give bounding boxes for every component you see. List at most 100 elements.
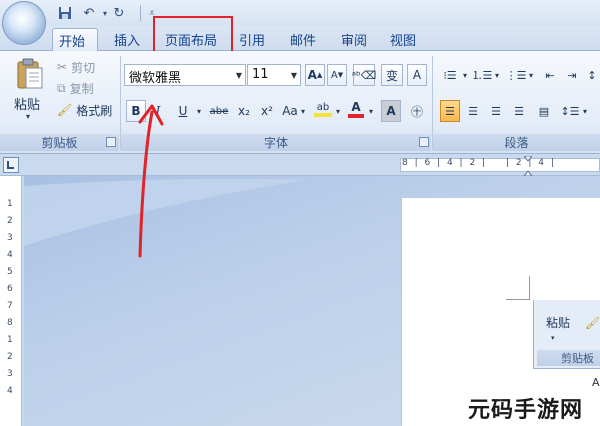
- subscript-button[interactable]: x₂: [234, 100, 254, 122]
- paste-dropdown-icon[interactable]: ▾: [26, 112, 30, 121]
- enclose-characters-icon: ㊉: [410, 104, 423, 119]
- cut-button[interactable]: ✂ 剪切: [57, 58, 95, 76]
- font-color-dropdown-icon[interactable]: ▾: [367, 100, 375, 122]
- bullets-icon[interactable]: ⁝☰: [440, 64, 460, 86]
- ruler-number: 1: [7, 335, 13, 345]
- font-size-combo[interactable]: 11 ▼: [247, 64, 301, 86]
- multilevel-dropdown-icon[interactable]: ▾: [526, 64, 536, 86]
- paragraph-group-label: 段落: [433, 134, 600, 151]
- grow-font-button[interactable]: A ▲: [305, 64, 325, 86]
- indent-marker-icon[interactable]: [524, 156, 532, 176]
- highlight-dropdown-icon[interactable]: ▾: [334, 100, 342, 122]
- highlight-color-bar: [314, 112, 332, 117]
- justify-icon[interactable]: ☰: [509, 100, 529, 122]
- horizontal-ruler-ticks: 8 | 6 | 4 | 2 | | 2 | 4 |: [402, 158, 556, 168]
- redo-icon[interactable]: ↻: [110, 4, 128, 22]
- font-color-label: A: [351, 100, 361, 114]
- sort-icon[interactable]: ↕: [584, 64, 600, 86]
- font-color-button[interactable]: A: [346, 98, 366, 120]
- highlight-button[interactable]: ab: [312, 98, 334, 120]
- copy-button[interactable]: ⧉ 复制: [57, 79, 94, 97]
- superscript-button[interactable]: x²: [257, 100, 277, 122]
- copy-icon: ⧉: [57, 80, 66, 95]
- numbering-icon[interactable]: ⒈☰: [472, 64, 493, 86]
- paste-icon[interactable]: [16, 58, 44, 90]
- ruler-number: 4: [7, 386, 13, 396]
- annotation-arrow: [138, 104, 164, 258]
- phonetic-guide-label: 变: [385, 68, 398, 83]
- font-name-value: 微软雅黑: [129, 71, 182, 86]
- bullets-dropdown-icon[interactable]: ▾: [460, 64, 470, 86]
- shrink-font-button[interactable]: A ▼: [327, 64, 347, 86]
- increase-indent-icon[interactable]: ⇥: [562, 64, 582, 86]
- clipboard-group-label: 剪贴板: [0, 134, 119, 151]
- watermark-text: 元码手游网: [468, 398, 584, 423]
- character-shading-button[interactable]: A: [381, 100, 401, 122]
- change-case-button[interactable]: Aa: [280, 100, 300, 122]
- scissors-icon: ✂: [57, 60, 68, 74]
- change-case-dropdown-icon[interactable]: ▾: [299, 100, 307, 122]
- chevron-down-icon: ▼: [235, 71, 242, 80]
- ruler-number: 6: [7, 284, 13, 294]
- embedded-paintbrush-icon: 🖌: [585, 316, 600, 330]
- line-spacing-dropdown-icon[interactable]: ▾: [580, 100, 590, 122]
- multilevel-list-icon[interactable]: ⋮☰: [506, 64, 527, 86]
- underline-button[interactable]: U: [174, 100, 192, 122]
- ruler-number: 2: [7, 352, 13, 362]
- format-painter-button[interactable]: 🖌 格式刷: [57, 101, 112, 119]
- paste-button-label[interactable]: 粘贴: [14, 94, 40, 113]
- eraser-icon: ᵃᵇ⌫: [351, 68, 377, 82]
- embedded-paste-label: 粘贴: [546, 316, 571, 330]
- office-button[interactable]: [2, 1, 46, 45]
- character-border-label: A: [412, 68, 422, 82]
- chevron-down-icon: ▼: [290, 71, 297, 80]
- shrink-font-label: A: [330, 69, 338, 81]
- embedded-clipboard-label: 剪贴板: [537, 350, 600, 366]
- phonetic-guide-button[interactable]: 变: [381, 64, 403, 86]
- ruler-number: 4: [7, 250, 13, 260]
- tab-home[interactable]: 开始: [52, 28, 98, 51]
- clipboard-launcher-icon[interactable]: [106, 137, 116, 147]
- shading-icon: A: [386, 104, 396, 118]
- tab-view[interactable]: 视图: [384, 28, 422, 51]
- save-icon[interactable]: [56, 4, 74, 22]
- font-color-bar: [348, 114, 364, 118]
- ruler-number: 3: [7, 369, 13, 379]
- tab-selector-icon[interactable]: [3, 157, 19, 173]
- ruler-number: 7: [7, 301, 13, 311]
- ruler-number: 5: [7, 267, 13, 277]
- tab-mailings[interactable]: 邮件: [284, 28, 322, 51]
- annotation-highlight-box: [153, 16, 233, 54]
- clear-format-button[interactable]: ᵃᵇ⌫: [351, 64, 377, 86]
- decrease-indent-icon[interactable]: ⇤: [540, 64, 560, 86]
- tab-insert[interactable]: 插入: [108, 28, 146, 51]
- page-margin-corner: [506, 276, 530, 300]
- align-left-icon[interactable]: ☰: [440, 100, 460, 122]
- format-painter-label: 格式刷: [76, 103, 113, 118]
- strikethrough-button[interactable]: abe: [208, 100, 230, 122]
- font-launcher-icon[interactable]: [419, 137, 429, 147]
- paintbrush-icon: 🖌: [57, 103, 73, 117]
- ruler-number: 1: [7, 199, 13, 209]
- highlight-label: ab: [316, 101, 330, 113]
- ruler-ticks-left: 8 | 6 | 4 | 2 |: [402, 158, 488, 168]
- numbering-dropdown-icon[interactable]: ▾: [492, 64, 502, 86]
- font-size-value: 11: [252, 67, 269, 82]
- tab-references[interactable]: 引用: [233, 28, 271, 51]
- align-center-icon[interactable]: ☰: [463, 100, 483, 122]
- ruler-number: 8: [7, 318, 13, 328]
- underline-dropdown-icon[interactable]: ▾: [194, 100, 204, 122]
- line-spacing-icon[interactable]: ↕☰: [560, 100, 580, 122]
- cut-label: 剪切: [71, 60, 96, 75]
- ruler-number: 3: [7, 233, 13, 243]
- tab-review[interactable]: 审阅: [335, 28, 373, 51]
- align-right-icon[interactable]: ☰: [486, 100, 506, 122]
- ruler-number: 2: [7, 216, 13, 226]
- font-name-combo[interactable]: 微软雅黑 ▼: [124, 64, 246, 86]
- enclose-characters-button[interactable]: ㊉: [407, 100, 427, 122]
- copy-label: 复制: [69, 81, 94, 96]
- vertical-ruler-numbers: 1 2 3 4 5 6 7 8 1 2 3 4: [7, 196, 17, 400]
- character-border-button[interactable]: A: [407, 64, 427, 86]
- distributed-icon[interactable]: ▤: [534, 100, 554, 122]
- embedded-dropdown-icon: ▾: [551, 334, 555, 342]
